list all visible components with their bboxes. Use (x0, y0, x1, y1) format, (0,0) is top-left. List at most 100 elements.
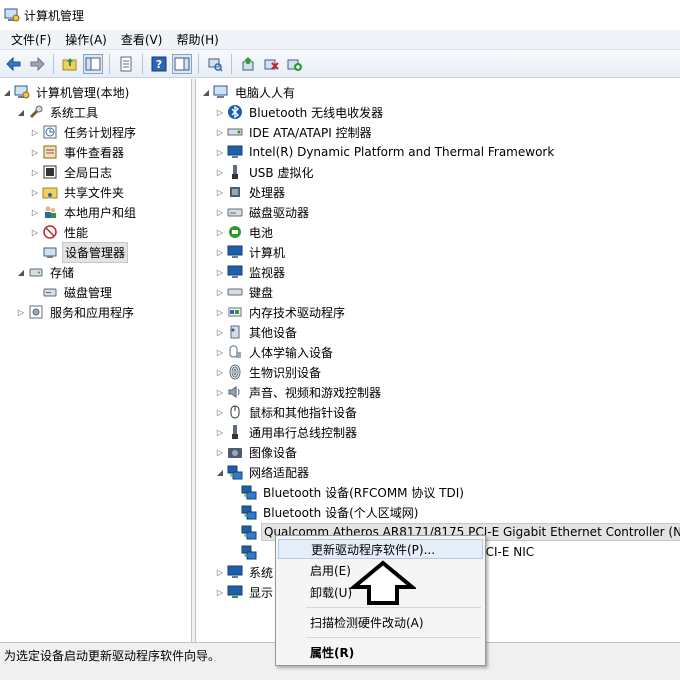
expand-chevron-icon[interactable]: ▷ (30, 182, 40, 202)
tree-item[interactable]: ▷ 声音、视频和游戏控制器 (215, 382, 383, 402)
expand-chevron-icon[interactable]: ▷ (30, 202, 40, 222)
expand-chevron-icon[interactable]: ▷ (215, 402, 225, 422)
expand-chevron-icon[interactable]: ▷ (215, 222, 225, 242)
scan-hardware-button[interactable] (205, 54, 225, 74)
update-driver-menu-item[interactable]: 更新驱动程序软件(P)... (278, 539, 483, 559)
export-list-button[interactable] (116, 54, 136, 74)
bluetooth-icon (228, 105, 242, 119)
expand-chevron-icon[interactable]: ▷ (215, 382, 225, 402)
tree-item[interactable]: ▷ 性能 (30, 222, 90, 242)
expand-chevron-icon[interactable]: ▷ (215, 202, 225, 222)
tree-item[interactable]: ▷ 通用串行总线控制器 (215, 422, 359, 442)
expand-chevron-icon[interactable]: ▷ (215, 102, 225, 122)
tree-item[interactable]: ▷ 处理器 (215, 182, 287, 202)
tree-item[interactable]: ▷ 图像设备 (215, 442, 299, 462)
tree-item[interactable]: ▷ 键盘 (215, 282, 275, 302)
forward-button[interactable] (27, 54, 47, 74)
tree-item-label: 系统工具 (50, 105, 99, 120)
console-tree-pane[interactable]: ◢ 计算机管理(本地) ◢ 系统工具 ▷ 任务计划程序 ▷ 事件查看器 ▷ 全局日志 ▷ 共享文件夹 ▷… (0, 79, 192, 642)
tree-item[interactable]: ▷ 电池 (215, 222, 275, 242)
expand-chevron-icon[interactable]: ▷ (215, 142, 225, 162)
tree-item[interactable]: ▷ IDE ATA/ATAPI 控制器 (215, 122, 374, 142)
expand-chevron-icon[interactable]: ▷ (30, 162, 40, 182)
tree-item[interactable]: ▷ 服务和应用程序 (16, 302, 136, 322)
properties-menu-item[interactable]: 属性(R) (278, 642, 483, 662)
expand-chevron-icon[interactable]: ▷ (215, 242, 225, 262)
computer-icon (213, 85, 228, 98)
enable-device-button[interactable] (284, 54, 304, 74)
tree-item[interactable]: ▷ 显示 (215, 582, 275, 602)
expand-chevron-icon[interactable]: ▷ (30, 142, 40, 162)
pane-splitter[interactable] (192, 79, 196, 642)
tree-item-label: 处理器 (249, 185, 286, 200)
update-driver-menu-label: 更新驱动程序软件(P)... (311, 542, 436, 557)
tree-item[interactable]: ▷ 全局日志 (30, 162, 114, 182)
scan-hardware-menu-item[interactable]: 扫描检测硬件改动(A) (278, 612, 483, 632)
show-action-pane-button[interactable] (172, 53, 192, 74)
collapse-chevron-icon[interactable]: ◢ (215, 462, 225, 482)
expand-chevron-icon[interactable]: ▷ (215, 342, 225, 362)
collapse-chevron-icon[interactable]: ◢ (16, 262, 26, 282)
tree-item[interactable]: ◢ 存储 (16, 262, 76, 282)
collapse-chevron-icon[interactable]: ◢ (16, 102, 26, 122)
show-hide-tree-button[interactable] (83, 53, 103, 74)
expand-chevron-icon[interactable]: ▷ (30, 222, 40, 242)
network-adapter-icon (241, 485, 257, 500)
expand-chevron-icon[interactable]: ▷ (215, 442, 225, 462)
tree-item[interactable]: ▷ 共享文件夹 (30, 182, 126, 202)
tree-item[interactable]: ▷ Intel(R) Dynamic Platform and Thermal F… (215, 142, 556, 162)
expand-chevron-icon[interactable]: ▷ (30, 122, 40, 142)
help-button[interactable]: ? (149, 54, 169, 74)
tree-item[interactable]: ◢ 计算机管理(本地) (2, 82, 131, 102)
expand-chevron-icon[interactable]: ▷ (215, 582, 225, 602)
toolbar: ? (0, 50, 680, 78)
tree-item[interactable]: ▷ 人体学输入设备 (215, 342, 335, 362)
tree-item[interactable]: ▷ 监视器 (215, 262, 287, 282)
menu-action[interactable]: 操作(A) (58, 31, 114, 48)
tree-item[interactable]: ▷ 内存技术驱动程序 (215, 302, 347, 322)
tree-item[interactable]: ▷ 任务计划程序 (30, 122, 138, 142)
tree-item[interactable]: ▷ 事件查看器 (30, 142, 126, 162)
tree-item[interactable]: Bluetooth 设备(个人区域网) (229, 502, 420, 522)
expand-chevron-icon[interactable]: ▷ (16, 302, 26, 322)
expand-chevron-icon[interactable]: ▷ (215, 302, 225, 322)
tree-item[interactable]: 设备管理器 (30, 241, 129, 263)
expand-chevron-icon[interactable]: ▷ (215, 162, 225, 182)
svg-text:?: ? (156, 58, 162, 71)
expand-chevron-icon[interactable]: ▷ (215, 362, 225, 382)
tree-item[interactable]: ▷ 其他设备 (215, 322, 299, 342)
menu-view[interactable]: 查看(V) (114, 31, 170, 48)
uninstall-button[interactable] (261, 54, 281, 74)
disk-drive-icon (227, 208, 243, 217)
tree-item[interactable]: ◢ 系统工具 (16, 102, 100, 122)
tree-item[interactable]: ▷ 生物识别设备 (215, 362, 323, 382)
tree-item[interactable]: ▷ Bluetooth 无线电收发器 (215, 102, 385, 122)
collapse-chevron-icon[interactable]: ◢ (201, 82, 211, 102)
expand-chevron-icon[interactable]: ▷ (215, 182, 225, 202)
tree-item[interactable]: ▷ 本地用户和组 (30, 202, 138, 222)
tree-item[interactable]: ▷ 系统 (215, 562, 275, 582)
menu-help[interactable]: 帮助(H) (169, 31, 225, 48)
expand-chevron-icon[interactable]: ▷ (215, 282, 225, 302)
back-button[interactable] (4, 54, 24, 74)
expand-chevron-icon[interactable]: ▷ (215, 262, 225, 282)
tree-item[interactable]: ▷ 磁盘驱动器 (215, 202, 311, 222)
expand-chevron-icon[interactable]: ▷ (215, 422, 225, 442)
tree-item[interactable]: ▷ USB 虚拟化 (215, 162, 315, 182)
menu-file[interactable]: 文件(F) (4, 31, 58, 48)
tree-item[interactable]: ▷ 鼠标和其他指针设备 (215, 402, 359, 422)
up-level-button[interactable] (60, 54, 80, 74)
expand-chevron-icon[interactable]: ▷ (215, 322, 225, 342)
tree-item[interactable]: ◢ 电脑人人有 (201, 82, 297, 102)
collapse-chevron-icon[interactable]: ◢ (2, 82, 12, 102)
expand-chevron-icon[interactable]: ▷ (215, 562, 225, 582)
tree-item[interactable]: Bluetooth 设备(RFCOMM 协议 TDI) (229, 482, 466, 502)
update-driver-button[interactable] (238, 54, 258, 74)
enable-menu-label: 启用(E) (310, 563, 351, 578)
tree-item[interactable]: 磁盘管理 (30, 282, 114, 302)
tree-item[interactable]: ▷ 计算机 (215, 242, 287, 262)
tree-item[interactable]: ◢ 网络适配器 (215, 462, 311, 482)
expand-chevron-icon[interactable]: ▷ (215, 122, 225, 142)
